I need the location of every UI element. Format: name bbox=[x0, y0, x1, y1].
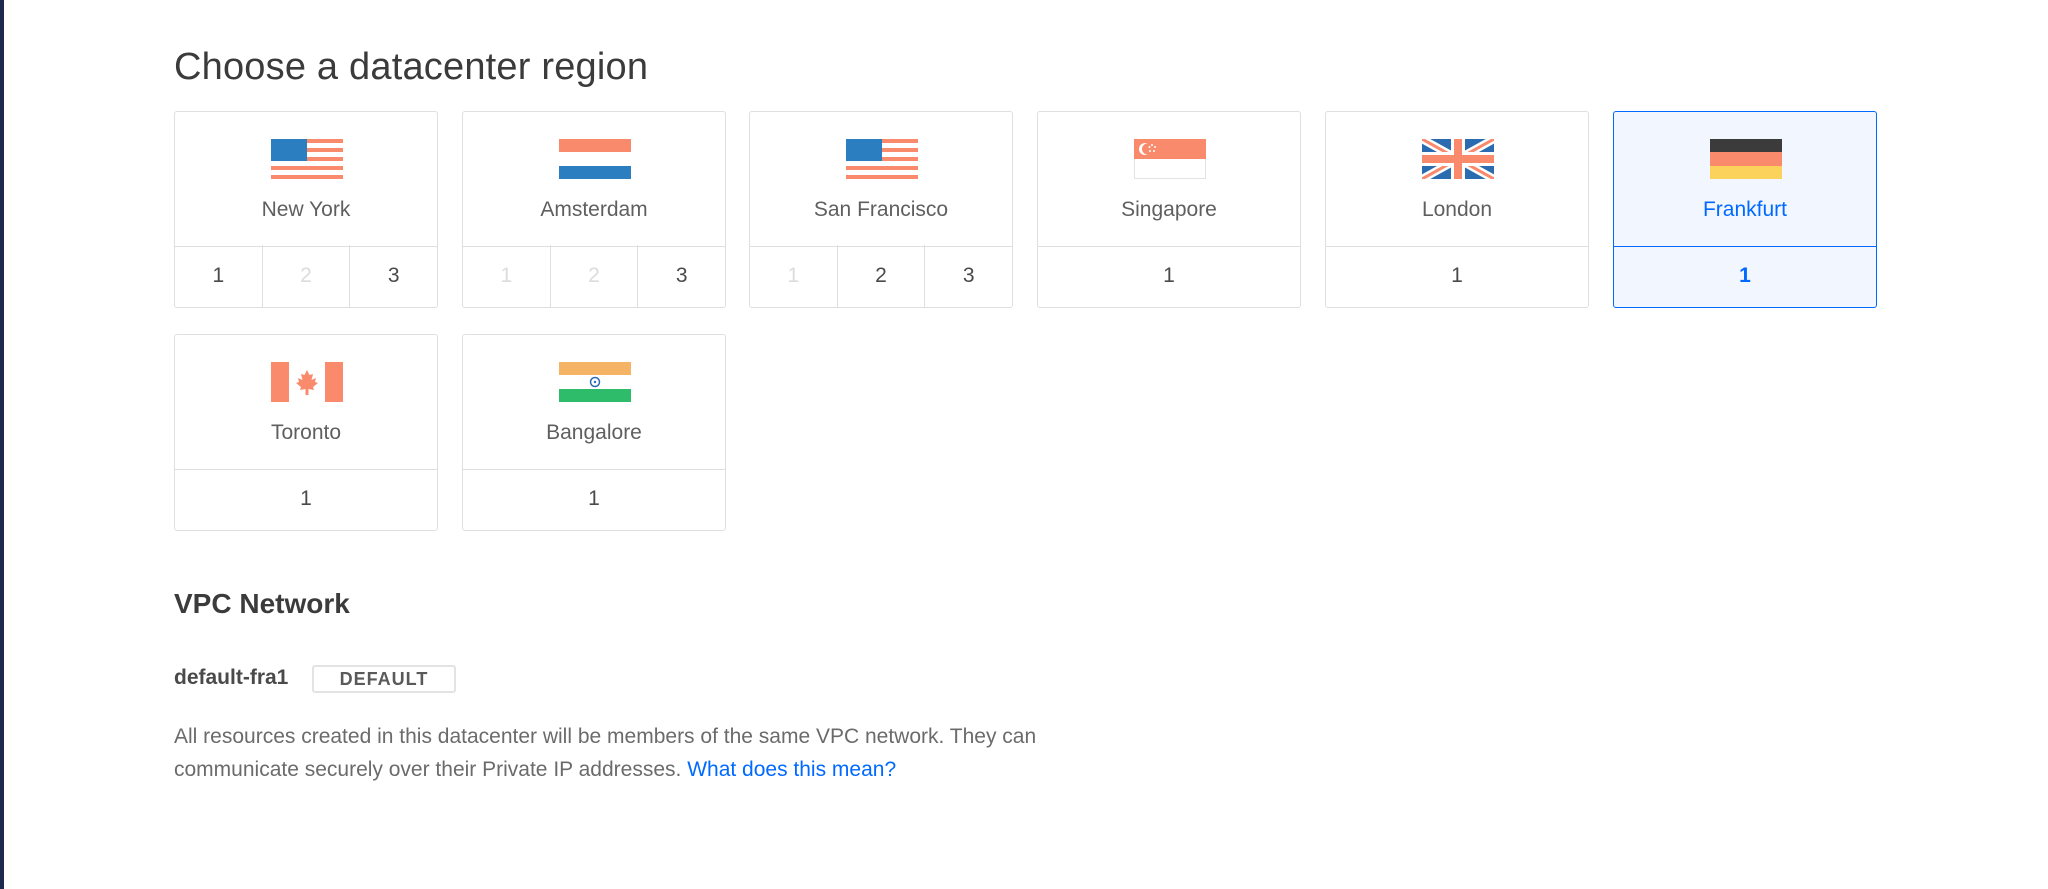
region-city-label: Toronto bbox=[270, 421, 342, 444]
netherlands-flag-icon bbox=[559, 139, 631, 179]
left-edge-bar bbox=[0, 0, 4, 889]
datacenter-option-lon1[interactable]: 1 bbox=[1326, 245, 1588, 307]
region-city-label: London bbox=[1421, 198, 1493, 221]
vpc-network-name: default-fra1 bbox=[174, 666, 289, 689]
us-flag-icon bbox=[271, 139, 343, 179]
region-card-san-francisco[interactable]: San Francisco 1 2 3 bbox=[749, 111, 1013, 308]
region-city-label: New York bbox=[261, 198, 351, 221]
canada-flag-icon bbox=[271, 362, 343, 402]
datacenter-options: 1 bbox=[463, 468, 725, 530]
region-city-label: Amsterdam bbox=[540, 198, 648, 221]
region-card-frankfurt[interactable]: Frankfurt 1 bbox=[1613, 111, 1877, 308]
region-card-toronto[interactable]: Toronto 1 bbox=[174, 334, 438, 531]
vpc-description: All resources created in this datacenter… bbox=[174, 720, 1134, 786]
what-does-this-mean-link[interactable]: What does this mean? bbox=[687, 758, 896, 781]
datacenter-options: 1 bbox=[175, 468, 437, 530]
datacenter-option-nyc1[interactable]: 1 bbox=[175, 245, 263, 307]
region-card-singapore[interactable]: Singapore 1 bbox=[1037, 111, 1301, 308]
region-card-amsterdam[interactable]: Amsterdam 1 2 3 bbox=[462, 111, 726, 308]
region-city-label: Frankfurt bbox=[1702, 198, 1788, 221]
germany-flag-icon bbox=[1710, 139, 1782, 179]
datacenter-option-ams3[interactable]: 3 bbox=[638, 245, 725, 307]
region-city-label: Singapore bbox=[1121, 198, 1217, 221]
us-flag-icon bbox=[846, 139, 918, 179]
datacenter-options: 1 2 3 bbox=[750, 245, 1012, 307]
region-card-bangalore[interactable]: Bangalore 1 bbox=[462, 334, 726, 531]
datacenter-options: 1 2 3 bbox=[463, 245, 725, 307]
region-card-new-york[interactable]: New York 1 2 3 bbox=[174, 111, 438, 308]
india-flag-icon bbox=[559, 362, 631, 402]
region-card-header: Frankfurt bbox=[1614, 112, 1876, 247]
vpc-network-heading: VPC Network bbox=[174, 588, 350, 619]
uk-flag-icon bbox=[1422, 139, 1494, 179]
region-card-header: Singapore bbox=[1038, 112, 1300, 247]
datacenter-option-tor1[interactable]: 1 bbox=[175, 468, 437, 530]
datacenter-option-nyc3[interactable]: 3 bbox=[350, 245, 437, 307]
datacenter-options: 1 2 3 bbox=[175, 245, 437, 307]
region-city-label: Bangalore bbox=[546, 421, 642, 444]
page-title: Choose a datacenter region bbox=[174, 46, 649, 88]
datacenter-option-nyc2: 2 bbox=[263, 245, 351, 307]
datacenter-option-sfo3[interactable]: 3 bbox=[925, 245, 1012, 307]
vpc-description-text: All resources created in this datacenter… bbox=[174, 725, 1037, 781]
datacenter-options: 1 bbox=[1038, 245, 1300, 307]
datacenter-option-sgp1[interactable]: 1 bbox=[1038, 245, 1300, 307]
datacenter-option-sfo2[interactable]: 2 bbox=[838, 245, 926, 307]
datacenter-options: 1 bbox=[1614, 245, 1876, 307]
region-card-header: London bbox=[1326, 112, 1588, 247]
default-badge: DEFAULT bbox=[312, 665, 456, 693]
datacenter-option-ams2: 2 bbox=[551, 245, 639, 307]
region-card-header: Amsterdam bbox=[463, 112, 725, 247]
region-card-header: Toronto bbox=[175, 335, 437, 470]
datacenter-option-fra1[interactable]: 1 bbox=[1614, 245, 1876, 307]
region-card-header: Bangalore bbox=[463, 335, 725, 470]
region-card-london[interactable]: London 1 bbox=[1325, 111, 1589, 308]
region-card-header: San Francisco bbox=[750, 112, 1012, 247]
region-city-label: San Francisco bbox=[813, 198, 949, 221]
datacenter-option-sfo1: 1 bbox=[750, 245, 838, 307]
singapore-flag-icon bbox=[1134, 139, 1206, 179]
region-card-header: New York bbox=[175, 112, 437, 247]
datacenter-options: 1 bbox=[1326, 245, 1588, 307]
datacenter-option-blr1[interactable]: 1 bbox=[463, 468, 725, 530]
datacenter-option-ams1: 1 bbox=[463, 245, 551, 307]
